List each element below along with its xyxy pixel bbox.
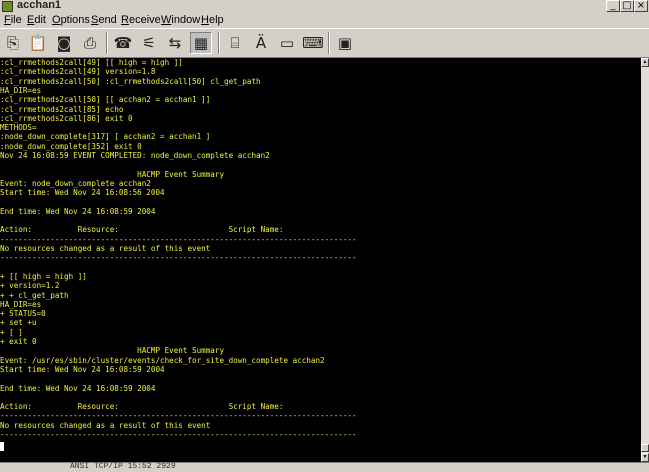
terminal-line: Start time: Wed Nov 24 16:08:59 2004 bbox=[0, 364, 165, 374]
grid-button[interactable]: ▦ bbox=[190, 32, 212, 54]
menu-label: ile bbox=[10, 14, 22, 26]
copy-button[interactable]: ⎘ bbox=[2, 32, 24, 54]
keyboard-button[interactable]: ⌨ bbox=[302, 32, 324, 54]
toolbar-separator bbox=[218, 32, 220, 54]
menu-label: dit bbox=[34, 14, 46, 26]
spellcheck-button[interactable]: Ä bbox=[250, 32, 272, 54]
terminal-line: Event: node_down_complete acchan2 bbox=[0, 178, 151, 188]
menu-label: end bbox=[98, 14, 117, 26]
menu-help[interactable]: Help bbox=[201, 13, 224, 27]
terminal-line: :node_down_complete[317] [ acchan2 = acc… bbox=[0, 132, 211, 142]
phone-button[interactable]: ☎ bbox=[112, 32, 134, 54]
menu-label: indow bbox=[171, 14, 201, 26]
terminal-line: No resources changed as a result of this… bbox=[0, 244, 211, 253]
copy-icon: ⎘ bbox=[6, 34, 19, 52]
scroll-thumb[interactable] bbox=[641, 444, 649, 452]
window-title: acchan1 bbox=[17, 0, 62, 11]
menu-accelerator: O bbox=[52, 14, 61, 26]
terminal-line: HA_DIR=es bbox=[0, 299, 42, 309]
terminal-line: ----------------------------------------… bbox=[0, 253, 357, 263]
menu-label: ptions bbox=[60, 14, 90, 26]
menu-label: elp bbox=[208, 14, 224, 26]
scroll-up-icon[interactable]: ▲ bbox=[641, 58, 649, 67]
paste-button[interactable]: 📋 bbox=[27, 32, 49, 54]
terminal-line: No resources changed as a result of this… bbox=[0, 420, 211, 430]
menu-accelerator: R bbox=[121, 14, 129, 26]
terminal-line: + STATUS=0 bbox=[0, 309, 46, 319]
terminal-line: + set +u bbox=[0, 318, 37, 328]
close-button[interactable]: × bbox=[634, 0, 648, 12]
phone-icon: ☎ bbox=[113, 34, 133, 52]
menu-accelerator: H bbox=[201, 14, 209, 26]
print-button[interactable]: ⎙ bbox=[79, 32, 101, 54]
terminal-line: :cl_rrmethods2call[49] [[ high = high ]] bbox=[0, 58, 183, 67]
terminal-line: End time: Wed Nov 24 16:08:59 2004 bbox=[0, 206, 156, 216]
terminal-line: Action: Resource: Script Name: bbox=[0, 402, 284, 412]
terminal-line: ----------------------------------------… bbox=[0, 430, 357, 439]
menu-file[interactable]: File bbox=[4, 13, 22, 27]
terminal-line: :cl_rrmethods2call[86] exit 0 bbox=[0, 113, 133, 123]
scroll-down-icon[interactable]: ▼ bbox=[641, 453, 649, 462]
menu-accelerator: W bbox=[161, 14, 172, 26]
terminal-line: :cl_rrmethods2call[50] :cl_rrmethods2cal… bbox=[0, 76, 261, 86]
menu-edit[interactable]: Edit bbox=[27, 13, 46, 27]
transfer-button[interactable]: ⇆ bbox=[164, 32, 186, 54]
terminal-line: :node_down_complete[352] exit 0 bbox=[0, 141, 142, 151]
terminal-line: + [ ] bbox=[0, 327, 23, 337]
printer-setup-icon: ⌸ bbox=[230, 34, 240, 52]
printer-setup-button[interactable]: ⌸ bbox=[224, 32, 246, 54]
transfer-icon: ⇆ bbox=[168, 34, 182, 52]
camera-button[interactable]: ◙ bbox=[53, 32, 75, 54]
terminal-line: ----------------------------------------… bbox=[0, 411, 357, 421]
terminal-line: End time: Wed Nov 24 16:08:59 2004 bbox=[0, 383, 156, 393]
terminal-line: Nov 24 16:08:59 EVENT COMPLETED: node_do… bbox=[0, 151, 270, 160]
toolbar-separator bbox=[106, 32, 108, 54]
terminal-line: Event: /usr/es/sbin/cluster/events/check… bbox=[0, 355, 325, 365]
terminal-line: HA_DIR=es bbox=[0, 85, 42, 95]
terminal-line: Action: Resource: Script Name: bbox=[0, 225, 284, 235]
toolbar-separator bbox=[328, 32, 330, 54]
status-text: ANSI TCP/IP 15:52 2929 bbox=[70, 462, 176, 471]
terminal-line: METHODS= bbox=[0, 123, 37, 133]
terminal-line: + exit 0 bbox=[0, 337, 37, 346]
terminal-output[interactable]: ----------------------------------------… bbox=[0, 58, 641, 462]
status-bar: ANSI TCP/IP 15:52 2929 bbox=[0, 462, 649, 472]
vertical-scrollbar[interactable]: ▲ ▼ bbox=[641, 58, 649, 462]
terminal-line: :cl_rrmethods2call[50] [[ acchan2 = acch… bbox=[0, 95, 211, 105]
text-cursor bbox=[0, 442, 4, 451]
grid-icon: ▦ bbox=[193, 34, 209, 52]
paste-icon: 📋 bbox=[28, 34, 48, 52]
terminal-line: + [[ high = high ]] bbox=[0, 271, 87, 281]
keyboard-icon: ⌨ bbox=[302, 34, 324, 52]
terminal-line: HACMP Event Summary bbox=[0, 346, 225, 356]
macro-button[interactable]: ▣ bbox=[334, 32, 356, 54]
wand-icon: ⚟ bbox=[142, 34, 156, 52]
menu-bar: File Edit Options Send Receive Window Help bbox=[0, 13, 649, 28]
menu-send[interactable]: Send bbox=[91, 13, 117, 27]
menu-window[interactable]: Window bbox=[161, 13, 200, 27]
terminal-line: + version=1.2 bbox=[0, 281, 60, 291]
terminal-line: + + cl_get_path bbox=[0, 290, 69, 300]
terminal-button[interactable]: ▭ bbox=[276, 32, 298, 54]
macro-icon: ▣ bbox=[337, 34, 353, 52]
menu-receive[interactable]: Receive bbox=[121, 13, 161, 27]
menu-label: eceive bbox=[128, 14, 161, 26]
terminal-line: Start time: Wed Nov 24 16:08:56 2004 bbox=[0, 188, 165, 198]
spellcheck-icon: Ä bbox=[255, 34, 267, 52]
terminal-line: :cl_rrmethods2call[85] echo bbox=[0, 104, 124, 114]
menu-options[interactable]: Options bbox=[52, 13, 90, 27]
maximize-button[interactable]: □ bbox=[620, 0, 634, 12]
app-icon bbox=[2, 1, 13, 12]
menu-accelerator: F bbox=[4, 14, 11, 26]
minimize-button[interactable]: _ bbox=[606, 0, 620, 12]
terminal-line: :cl_rrmethods2call[49] version=1.8 bbox=[0, 67, 156, 77]
wand-button[interactable]: ⚟ bbox=[138, 32, 160, 54]
terminal-icon: ▭ bbox=[279, 34, 295, 52]
print-icon: ⎙ bbox=[83, 34, 96, 52]
camera-icon: ◙ bbox=[56, 34, 72, 52]
terminal-line: ----------------------------------------… bbox=[0, 234, 357, 244]
title-bar: acchan1 _ □ × bbox=[0, 0, 649, 13]
toolbar: ⎘ 📋 ◙ ⎙ ☎ ⚟ ⇆ ▦ ⌸ Ä ▭ ⌨ ▣ bbox=[0, 28, 649, 58]
terminal-line: HACMP Event Summary bbox=[0, 169, 225, 179]
